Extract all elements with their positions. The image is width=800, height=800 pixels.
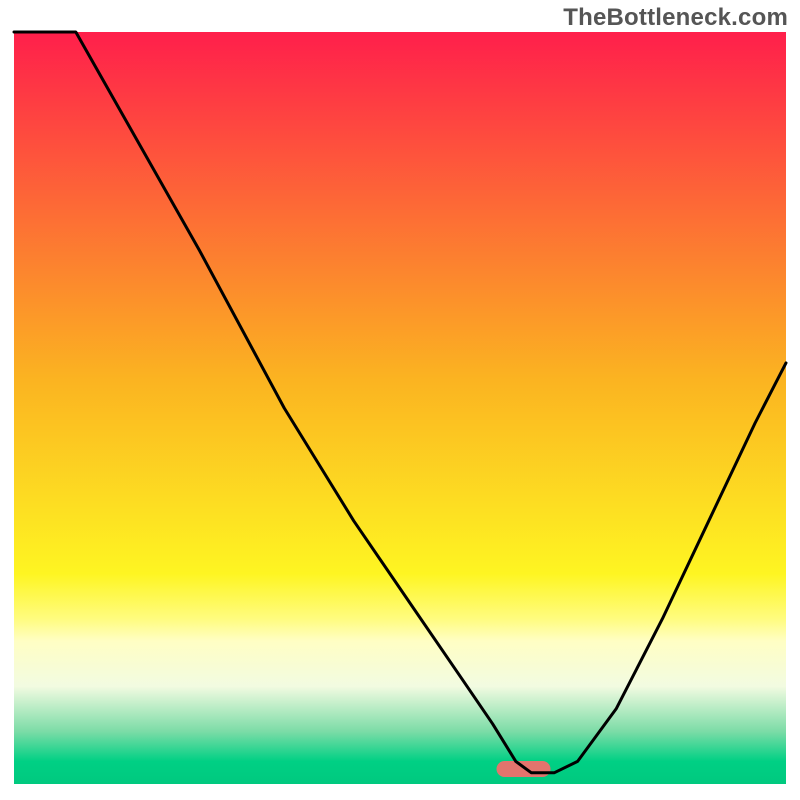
bottleneck-plot bbox=[0, 0, 800, 800]
watermark-text: TheBottleneck.com bbox=[563, 4, 788, 32]
chart-canvas: TheBottleneck.com bbox=[0, 0, 800, 800]
sweet-spot-marker bbox=[497, 761, 551, 777]
plot-background bbox=[14, 32, 786, 784]
